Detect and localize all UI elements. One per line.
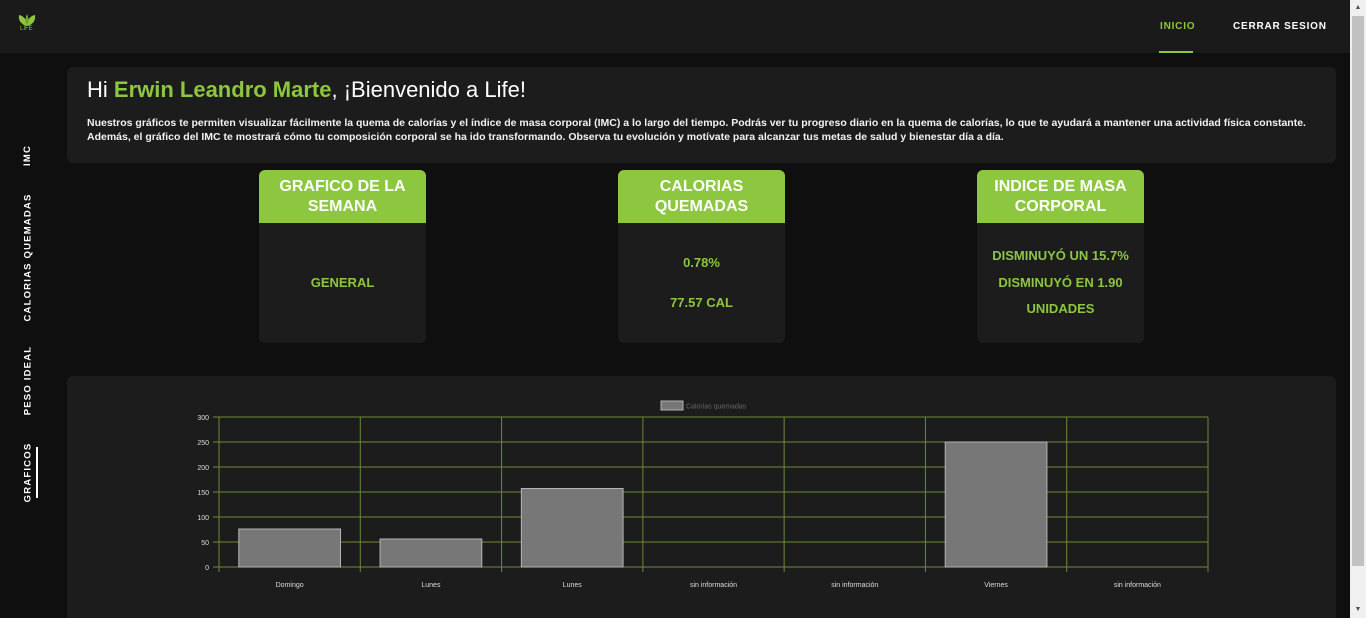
legend-label: Calorias quemadas	[686, 404, 747, 411]
x-tick-label: Domingo	[276, 582, 304, 589]
user-name: Erwin Leandro Marte	[113, 77, 332, 102]
logo-text: LIFE	[20, 26, 33, 32]
scroll-up-icon[interactable]: ▲	[1350, 0, 1366, 16]
bmi-line-1: DISMINUYÓ UN 15.7%	[992, 248, 1129, 263]
card-title: INDICE DE MASA CORPORAL	[977, 170, 1144, 223]
calories-percent: 0.78%	[683, 255, 720, 270]
app-root: LIFE INICIO CERRAR SESION ▲ ▼ IMC CALORI…	[0, 0, 1366, 618]
y-tick-label: 50	[201, 540, 209, 547]
sidebar-item-label: GRAFICOS	[22, 442, 34, 503]
x-tick-label: sin información	[831, 582, 878, 589]
greeting-text: Hi	[87, 77, 114, 102]
sidebar-active-indicator	[36, 447, 38, 498]
sidebar-item-calorias-quemadas[interactable]: CALORIAS QUEMADAS	[14, 193, 42, 322]
bar	[238, 528, 342, 568]
calories-bar-chart: 0 50 100 150 200 250 300 Domingo Lunes Lunes sin i…	[197, 400, 1209, 589]
bar	[379, 538, 483, 568]
x-tick-label: Lunes	[421, 582, 441, 589]
bmi-card: INDICE DE MASA CORPORAL DISMINUYÓ UN 15.…	[977, 170, 1144, 343]
calories-card: CALORIAS QUEMADAS 0.78% 77.57 CAL	[618, 170, 785, 343]
week-chart-card: GRAFICO DE LA SEMANA GENERAL	[259, 170, 426, 343]
welcome-suffix: , ¡Bienvenido a Life!	[331, 77, 526, 102]
sidebar-item-label: IMC	[22, 144, 34, 166]
y-tick-label: 0	[205, 565, 209, 572]
x-tick-label: Lunes	[563, 582, 583, 589]
leaf-logo-icon[interactable]	[14, 12, 40, 36]
x-tick-label: sin información	[1114, 582, 1161, 589]
card-value: GENERAL	[310, 275, 375, 290]
sidebar-item-peso-ideal[interactable]: PESO IDEAL	[14, 345, 42, 415]
nav-active-underline	[1159, 51, 1193, 53]
nav-cerrar-sesion[interactable]: CERRAR SESION	[1233, 21, 1327, 32]
bmi-line-3: UNIDADES	[1026, 301, 1095, 316]
welcome-title: Hi Erwin Leandro Marte, ¡Bienvenido a Li…	[87, 77, 526, 103]
sidebar-item-imc[interactable]: IMC	[14, 135, 42, 175]
y-tick-label: 150	[197, 490, 209, 497]
scrollbar-thumb[interactable]	[1352, 16, 1364, 566]
y-tick-label: 200	[197, 465, 209, 472]
card-title: GRAFICO DE LA SEMANA	[259, 170, 426, 223]
legend-swatch	[660, 400, 684, 411]
sidebar-item-label: PESO IDEAL	[22, 345, 34, 415]
y-tick-label: 100	[197, 515, 209, 522]
card-title: CALORIAS QUEMADAS	[618, 170, 785, 223]
y-tick-label: 250	[197, 440, 209, 447]
top-navbar: LIFE INICIO CERRAR SESION	[0, 0, 1350, 53]
calories-value: 77.57 CAL	[670, 295, 733, 310]
y-tick-label: 300	[197, 415, 209, 422]
x-tick-label: sin información	[690, 582, 737, 589]
sidebar-item-label: CALORIAS QUEMADAS	[22, 193, 34, 322]
x-tick-label: Viernes	[984, 582, 1008, 589]
welcome-card: Hi Erwin Leandro Marte, ¡Bienvenido a Li…	[67, 67, 1336, 163]
chart-panel: 0 50 100 150 200 250 300 Domingo Lunes Lunes sin i…	[67, 376, 1336, 618]
welcome-description: Nuestros gráficos te permiten visualizar…	[87, 117, 1306, 143]
bmi-line-2: DISMINUYÓ EN 1.90	[998, 275, 1123, 290]
bar	[520, 488, 624, 568]
bar	[944, 441, 1048, 568]
scroll-down-icon[interactable]: ▼	[1350, 602, 1366, 618]
nav-inicio[interactable]: INICIO	[1160, 21, 1195, 32]
